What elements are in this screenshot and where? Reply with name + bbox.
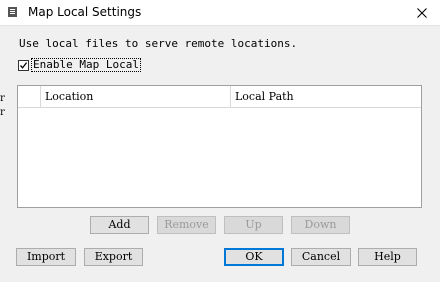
- table-header: Location Local Path: [18, 86, 421, 108]
- remove-button[interactable]: Remove: [157, 216, 216, 234]
- enable-map-local-checkbox[interactable]: [18, 59, 29, 71]
- column-header-location[interactable]: Location: [41, 86, 231, 107]
- down-button[interactable]: Down: [291, 216, 350, 234]
- title-bar: Map Local Settings: [0, 0, 440, 26]
- map-local-settings-dialog: Map Local Settings Use local files to se…: [0, 0, 440, 282]
- enable-map-local-checkbox-row[interactable]: Enable Map Local: [18, 58, 141, 72]
- row-header-corner: [18, 86, 41, 107]
- mappings-table[interactable]: Location Local Path: [17, 85, 422, 208]
- add-button[interactable]: Add: [90, 216, 149, 234]
- close-icon: [417, 8, 427, 18]
- ok-button[interactable]: OK: [224, 248, 284, 266]
- import-button[interactable]: Import: [16, 248, 76, 266]
- checkmark-icon: [20, 61, 28, 69]
- clipped-background-glyph: r: [0, 108, 5, 117]
- up-button[interactable]: Up: [224, 216, 283, 234]
- export-button[interactable]: Export: [84, 248, 143, 266]
- help-button[interactable]: Help: [358, 248, 417, 266]
- description-text: Use local files to serve remote location…: [19, 37, 298, 50]
- app-icon: [8, 7, 17, 17]
- column-header-local-path[interactable]: Local Path: [231, 86, 421, 107]
- window-title: Map Local Settings: [28, 5, 142, 19]
- close-button[interactable]: [404, 0, 440, 26]
- enable-map-local-label[interactable]: Enable Map Local: [31, 58, 141, 72]
- clipped-background-glyph: r: [0, 94, 5, 103]
- cancel-button[interactable]: Cancel: [291, 248, 351, 266]
